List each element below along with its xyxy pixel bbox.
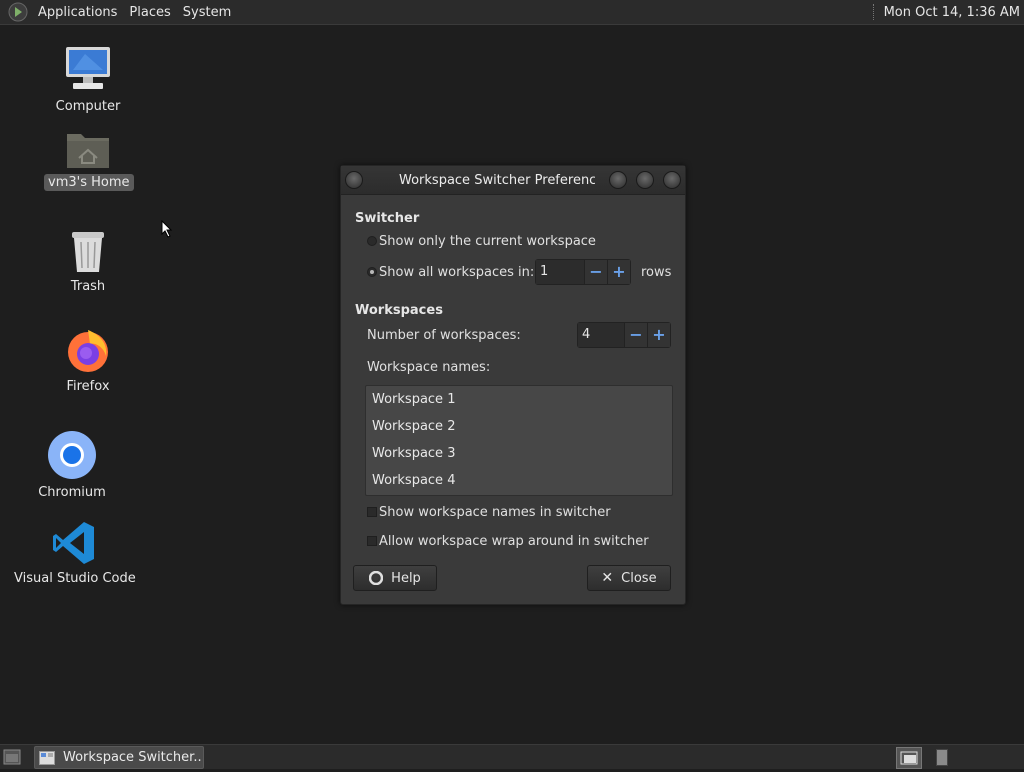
window-menu-button[interactable] — [345, 171, 363, 189]
wrap-around-checkbox[interactable] — [367, 536, 377, 546]
maximize-button[interactable] — [636, 171, 654, 189]
close-window-button[interactable] — [663, 171, 681, 189]
wrap-around-label[interactable]: Allow workspace wrap around in switcher — [379, 534, 649, 549]
top-panel: Applications Places System Mon Oct 14, 1… — [0, 0, 1024, 25]
show-all-radio[interactable] — [367, 267, 377, 277]
taskbar-item-label: Workspace Switcher... — [63, 750, 204, 765]
desktop-icon-computer[interactable]: Computer — [48, 44, 128, 115]
mate-logo-icon[interactable] — [8, 2, 28, 22]
desktop-icon-trash[interactable]: Trash — [48, 228, 128, 295]
mouse-cursor-icon — [161, 220, 173, 238]
workspace-window-icon — [900, 751, 918, 765]
clock[interactable]: Mon Oct 14, 1:36 AM — [884, 5, 1020, 20]
menu-system[interactable]: System — [177, 5, 237, 20]
desktop-icon-label: Firefox — [66, 379, 110, 394]
desktop-icon-label: vm3's Home — [44, 174, 134, 191]
show-all-label[interactable]: Show all workspaces in: — [379, 265, 534, 280]
taskbar-item-workspace-switcher[interactable]: Workspace Switcher... — [34, 746, 204, 769]
bottom-panel: Workspace Switcher... — [0, 744, 1024, 769]
rows-value[interactable]: 1 — [536, 260, 584, 284]
menu-applications[interactable]: Applications — [32, 5, 123, 20]
computer-icon — [66, 47, 110, 89]
desktop-icon-label: Visual Studio Code — [14, 571, 136, 586]
window-app-icon — [39, 750, 55, 765]
workspaces-count-value[interactable]: 4 — [578, 323, 624, 347]
list-item[interactable]: Workspace 2 — [366, 413, 672, 440]
panel-separator — [872, 4, 876, 20]
desktop-icon-firefox[interactable]: Firefox — [48, 326, 128, 395]
show-names-checkbox[interactable] — [367, 507, 377, 517]
workspace-2-switcher[interactable] — [936, 749, 948, 766]
rows-increment-button[interactable]: + — [607, 260, 630, 284]
desktop-icon-label: Chromium — [38, 485, 106, 500]
help-button[interactable]: Help — [353, 565, 437, 591]
list-item[interactable]: Workspace 3 — [366, 440, 672, 467]
workspace-switcher-preferences-dialog: Workspace Switcher Preferences Switcher … — [340, 165, 686, 605]
close-button-label: Close — [621, 570, 657, 586]
list-item[interactable]: Workspace 1 — [366, 386, 672, 413]
close-button[interactable]: ✕ Close — [587, 565, 671, 591]
help-lifebuoy-icon — [369, 571, 384, 585]
minimize-button[interactable] — [609, 171, 627, 189]
trash-icon — [72, 232, 104, 272]
workspaces-increment-button[interactable]: + — [647, 323, 670, 347]
desktop-icon-chromium[interactable]: Chromium — [32, 430, 112, 501]
rows-decrement-button[interactable]: − — [584, 260, 607, 284]
chromium-icon — [48, 431, 96, 479]
list-item[interactable]: Workspace 4 — [366, 467, 672, 494]
switcher-section-title: Switcher — [355, 211, 420, 226]
close-x-icon: ✕ — [601, 570, 614, 586]
help-button-label: Help — [391, 570, 421, 586]
rows-spinbutton[interactable]: 1 − + — [535, 259, 631, 285]
show-current-label[interactable]: Show only the current workspace — [379, 234, 596, 249]
workspace-names-list[interactable]: Workspace 1 Workspace 2 Workspace 3 Work… — [365, 385, 673, 496]
workspace-names-label: Workspace names: — [367, 360, 491, 375]
firefox-icon — [68, 330, 108, 372]
desktop-icon-label: Trash — [70, 279, 106, 294]
workspaces-decrement-button[interactable]: − — [624, 323, 647, 347]
show-desktop-icon[interactable] — [3, 749, 21, 765]
vscode-icon — [53, 522, 94, 564]
workspaces-spinbutton[interactable]: 4 − + — [577, 322, 671, 348]
number-of-workspaces-label: Number of workspaces: — [367, 328, 521, 343]
home-folder-icon — [67, 134, 109, 168]
desktop-icon-vscode[interactable]: Visual Studio Code — [10, 520, 138, 587]
workspace-1-switcher[interactable] — [896, 747, 922, 769]
workspaces-section-title: Workspaces — [355, 303, 443, 318]
menu-places[interactable]: Places — [123, 5, 176, 20]
dialog-title: Workspace Switcher Preferences — [399, 173, 595, 188]
desktop-icon-label: Computer — [55, 99, 121, 114]
desktop-icon-home[interactable]: vm3's Home — [44, 128, 134, 191]
dialog-titlebar[interactable]: Workspace Switcher Preferences — [341, 166, 685, 195]
show-current-radio[interactable] — [367, 236, 377, 246]
show-names-label[interactable]: Show workspace names in switcher — [379, 505, 611, 520]
rows-suffix-label: rows — [641, 265, 672, 280]
